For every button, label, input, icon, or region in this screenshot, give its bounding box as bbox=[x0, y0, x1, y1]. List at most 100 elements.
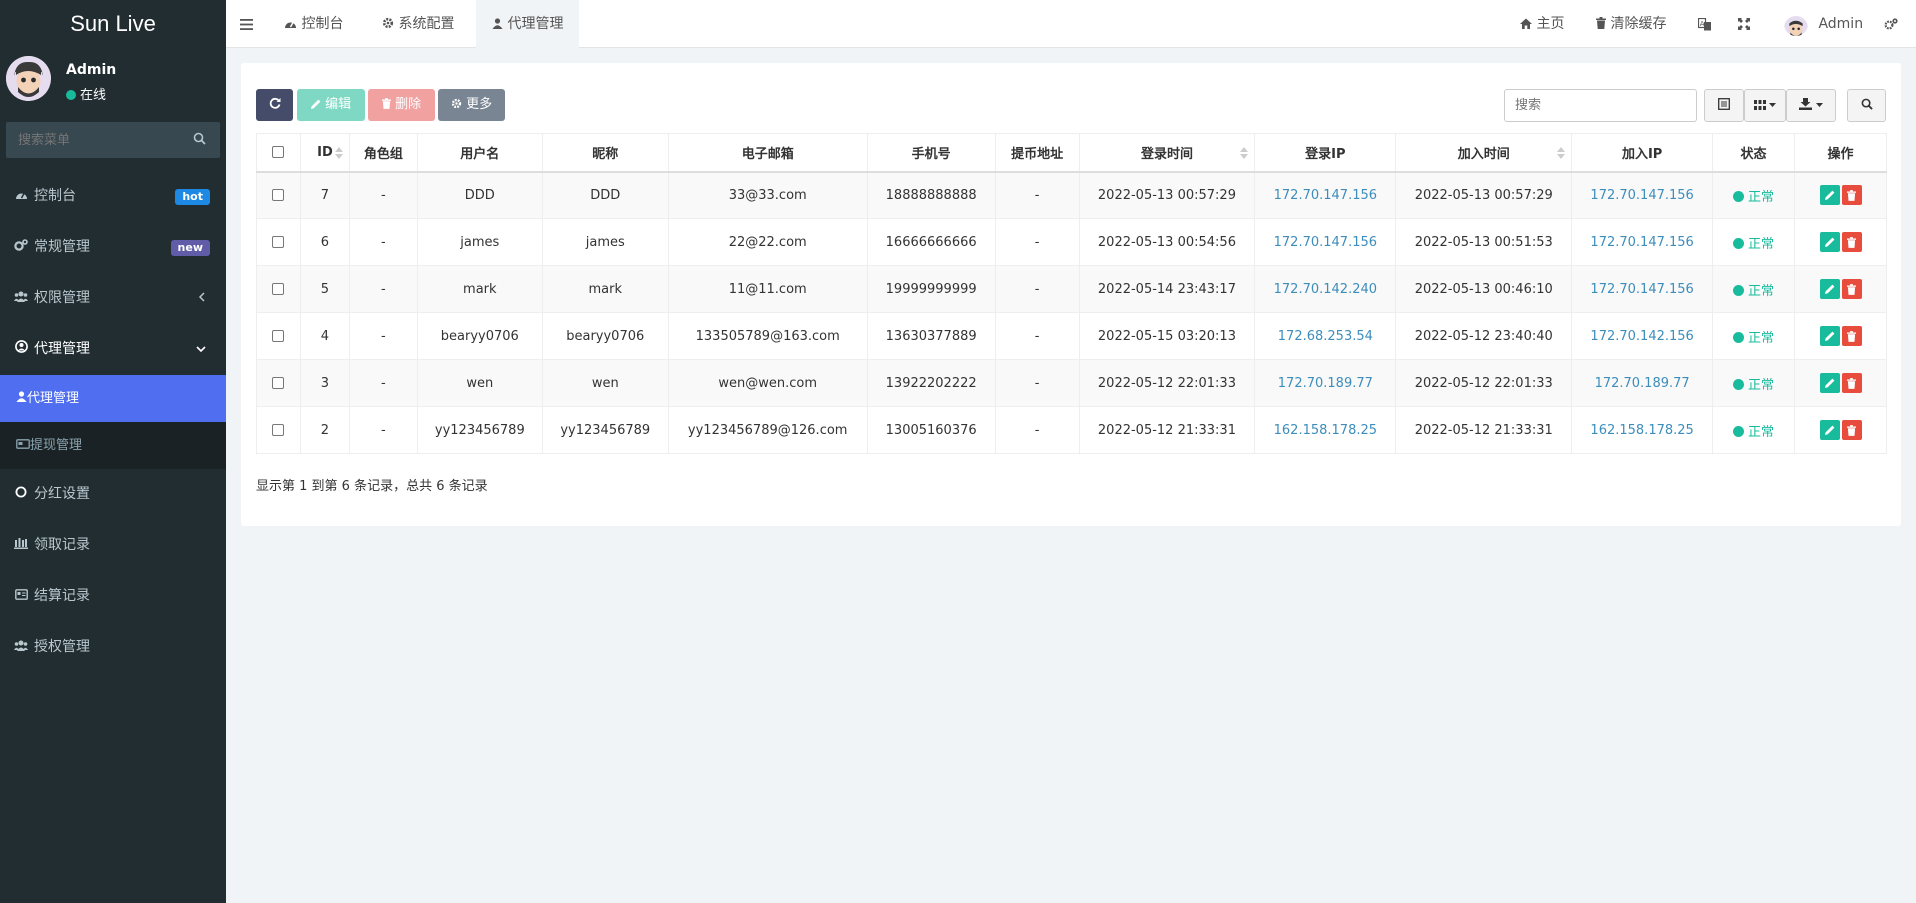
tab-system-config[interactable]: 系统配置 bbox=[370, 0, 466, 48]
cell-username: DDD bbox=[416, 171, 543, 219]
row-checkbox[interactable] bbox=[272, 330, 285, 342]
chevron-left-icon bbox=[198, 273, 206, 324]
row-delete-button[interactable] bbox=[1841, 232, 1862, 252]
cell-wallet-address: - bbox=[994, 218, 1080, 266]
edit-button[interactable]: 编辑 bbox=[297, 89, 365, 121]
more-button[interactable]: 更多 bbox=[438, 89, 505, 121]
sidebar-item-dividend[interactable]: 分红设置 bbox=[0, 469, 226, 520]
cell-login-ip[interactable]: 172.70.147.156 bbox=[1254, 218, 1397, 266]
sidebar-item-agents[interactable]: 代理管理 bbox=[0, 324, 226, 375]
cell-username: yy123456789 bbox=[416, 406, 543, 454]
columns-dropdown[interactable] bbox=[1744, 89, 1786, 122]
admin-menu[interactable]: Admin bbox=[1784, 0, 1863, 48]
select-all-checkbox[interactable] bbox=[272, 146, 285, 159]
menu-toggle-icon[interactable] bbox=[240, 0, 260, 48]
column-header-label: 操作 bbox=[1827, 146, 1854, 162]
column-header-join-time[interactable]: 加入时间 bbox=[1395, 133, 1573, 173]
row-edit-button[interactable] bbox=[1819, 373, 1840, 393]
refresh-button[interactable] bbox=[256, 89, 293, 121]
cell-login-ip[interactable]: 172.70.142.240 bbox=[1254, 265, 1397, 313]
row-checkbox[interactable] bbox=[272, 236, 285, 248]
dashboard-icon bbox=[284, 16, 297, 32]
cell-nickname: james bbox=[541, 218, 669, 266]
row-delete-button[interactable] bbox=[1841, 420, 1862, 440]
sidebar-item-general[interactable]: 常规管理 new bbox=[0, 222, 226, 273]
advanced-search-button[interactable] bbox=[1847, 89, 1886, 122]
cell-login-ip[interactable]: 172.70.189.77 bbox=[1254, 359, 1397, 407]
sidebar-item-claims[interactable]: 领取记录 bbox=[0, 520, 226, 571]
home-link[interactable]: 主页 bbox=[1520, 0, 1564, 48]
cell-status: 正常 bbox=[1712, 171, 1795, 219]
sidebar-item-authorization[interactable]: 授权管理 bbox=[0, 622, 226, 673]
fullscreen-icon[interactable] bbox=[1738, 0, 1750, 48]
export-dropdown[interactable] bbox=[1786, 89, 1836, 122]
row-edit-button[interactable] bbox=[1819, 279, 1840, 299]
cell-actions bbox=[1794, 359, 1887, 407]
row-delete-button[interactable] bbox=[1841, 326, 1862, 346]
clear-cache-button[interactable]: 清除缓存 bbox=[1596, 0, 1666, 48]
column-header-id[interactable]: ID bbox=[299, 133, 350, 173]
status-label: 正常 bbox=[1748, 330, 1775, 346]
translate-icon[interactable]: A bbox=[1697, 0, 1712, 48]
column-header-label: ID bbox=[317, 144, 333, 160]
sidebar-item-settlements[interactable]: 结算记录 bbox=[0, 571, 226, 622]
row-edit-button[interactable] bbox=[1819, 232, 1840, 252]
sidebar-item-permissions[interactable]: 权限管理 bbox=[0, 273, 226, 324]
sidebar-subitem-withdraw[interactable]: 提现管理 bbox=[0, 422, 226, 469]
sidebar-subitem-label: 提现管理 bbox=[30, 438, 83, 453]
cell-join-ip[interactable]: 172.70.189.77 bbox=[1571, 359, 1714, 407]
cell-join-ip[interactable]: 172.70.147.156 bbox=[1571, 218, 1714, 266]
tab-agent-management[interactable]: 代理管理 bbox=[476, 0, 580, 48]
cell-login-ip[interactable]: 172.68.253.54 bbox=[1254, 312, 1397, 360]
menu-search-input[interactable] bbox=[6, 122, 220, 158]
select-all-header bbox=[256, 133, 301, 173]
status-dot-icon bbox=[1733, 190, 1745, 202]
status-dot-icon bbox=[1733, 425, 1745, 437]
user-panel: Admin 在线 bbox=[0, 48, 226, 116]
cell-login-time: 2022-05-14 23:43:17 bbox=[1078, 265, 1256, 313]
row-edit-button[interactable] bbox=[1819, 420, 1840, 440]
row-delete-button[interactable] bbox=[1841, 185, 1862, 206]
sidebar-item-dashboard[interactable]: 控制台 hot bbox=[0, 171, 226, 222]
row-checkbox[interactable] bbox=[272, 377, 285, 389]
column-header-label: 手机号 bbox=[911, 146, 951, 162]
cell-join-ip[interactable]: 172.70.147.156 bbox=[1571, 171, 1714, 219]
row-checkbox[interactable] bbox=[272, 424, 285, 436]
sidebar-subitem-agents[interactable]: 代理管理 bbox=[0, 375, 226, 422]
status-label: 正常 bbox=[1748, 283, 1775, 299]
cell-join-ip[interactable]: 172.70.142.156 bbox=[1571, 312, 1714, 360]
row-edit-button[interactable] bbox=[1819, 326, 1840, 346]
delete-button[interactable]: 删除 bbox=[368, 89, 435, 121]
home-label: 主页 bbox=[1536, 16, 1565, 32]
row-delete-button[interactable] bbox=[1841, 373, 1862, 393]
column-header-nickname: 昵称 bbox=[541, 133, 669, 173]
cell-join-time: 2022-05-13 00:57:29 bbox=[1395, 171, 1573, 219]
cell-join-time: 2022-05-12 21:33:31 bbox=[1395, 406, 1573, 454]
table-search-input[interactable] bbox=[1504, 89, 1697, 122]
circle-icon bbox=[14, 469, 28, 520]
column-header-login-time[interactable]: 登录时间 bbox=[1078, 133, 1256, 173]
cogs-icon[interactable] bbox=[1884, 0, 1898, 48]
row-select-cell bbox=[256, 218, 301, 266]
cell-join-ip[interactable]: 162.158.178.25 bbox=[1571, 406, 1714, 454]
tab-dashboard[interactable]: 控制台 bbox=[272, 0, 355, 48]
cell-login-ip[interactable]: 162.158.178.25 bbox=[1254, 406, 1397, 454]
table-header-row: ID 角色组 用户名 昵称 电子邮箱 手机号 提币地址 登录时间 登录IP 加入… bbox=[256, 133, 1887, 173]
row-checkbox[interactable] bbox=[272, 189, 285, 202]
user-status-label: 在线 bbox=[80, 88, 107, 103]
card-view-toggle[interactable] bbox=[1704, 89, 1744, 122]
row-delete-button[interactable] bbox=[1841, 279, 1862, 299]
search-icon[interactable] bbox=[193, 132, 206, 149]
row-edit-button[interactable] bbox=[1819, 185, 1840, 206]
tab-label: 代理管理 bbox=[507, 16, 564, 32]
cell-join-ip[interactable]: 172.70.147.156 bbox=[1571, 265, 1714, 313]
tab-label: 系统配置 bbox=[398, 16, 455, 32]
status-label: 正常 bbox=[1748, 377, 1775, 393]
sidebar-item-label: 授权管理 bbox=[34, 639, 90, 655]
row-checkbox[interactable] bbox=[272, 283, 285, 295]
cell-wallet-address: - bbox=[994, 406, 1080, 454]
delete-label: 删除 bbox=[395, 97, 422, 112]
table-row: 4- bearyy0706 bearyy0706 133505789@163.com 1… bbox=[256, 312, 1887, 360]
cell-login-ip[interactable]: 172.70.147.156 bbox=[1254, 171, 1397, 219]
app-logo[interactable]: Sun Live bbox=[0, 0, 226, 48]
